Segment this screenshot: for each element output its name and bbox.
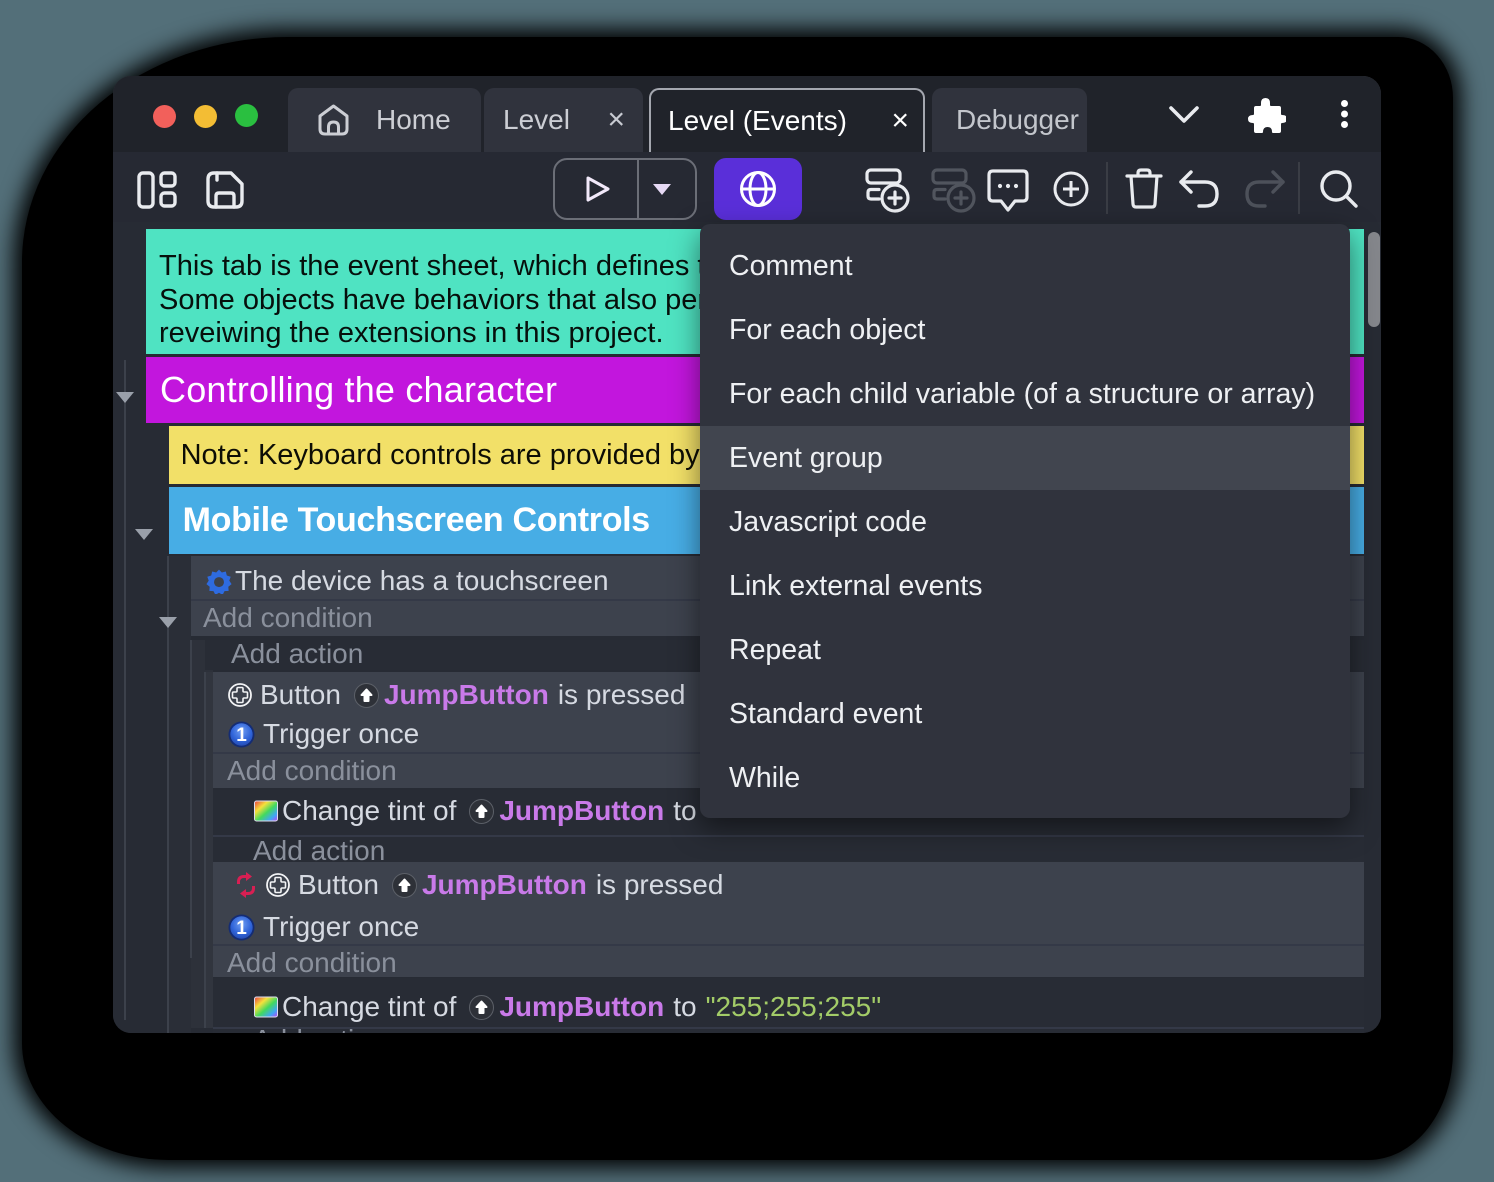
svg-text:1: 1	[236, 918, 247, 939]
svg-text:1: 1	[236, 725, 247, 746]
